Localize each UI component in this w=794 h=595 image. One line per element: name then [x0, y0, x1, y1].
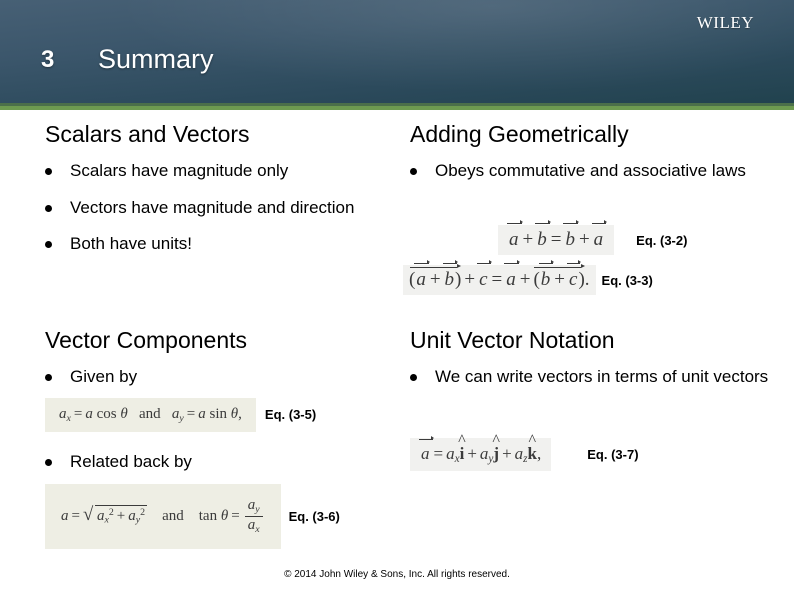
list-item: Given by [45, 366, 395, 388]
bullet-dot-icon [410, 374, 417, 382]
equation-row-3-3: (a + b) + c = a + (b + c). Eq. (3-3) [403, 260, 788, 295]
bullet-text: Vectors have magnitude and direction [70, 197, 355, 217]
section-title-components: Vector Components [45, 327, 248, 353]
equation-row-3-7: a=axi+ayj+azk, Eq. (3-7) [410, 436, 790, 472]
section-title-scalars: Scalars and Vectors [45, 121, 250, 147]
bullet-text: Related back by [70, 451, 192, 471]
slide-number: 3 [41, 46, 55, 73]
slide-header: Wiley 3 Summary [0, 0, 794, 103]
equation-image-3-3: (a + b) + c = a + (b + c). [403, 260, 596, 295]
equation-image-3-2: a + b = b + a [498, 220, 615, 255]
list-item: Related back by [45, 451, 395, 473]
equation-image-3-6: a = √ ax2 + ay2 and tan θ = ay ax [45, 484, 281, 550]
bullet-text: Scalars have magnitude only [70, 161, 289, 181]
bullet-dot-icon [45, 204, 52, 212]
section-adding-geometrically: Adding Geometrically Obeys commutative a… [410, 121, 780, 197]
equation-image-3-7: a=axi+ayj+azk, [410, 436, 552, 472]
list-item: Scalars have magnitude only [45, 160, 395, 182]
list-item: We can write vectors in terms of unit ve… [410, 366, 780, 388]
page-title: Summary [98, 44, 214, 74]
bullet-text: Given by [70, 367, 138, 387]
copyright-footer: © 2014 John Wiley & Sons, Inc. All right… [284, 569, 510, 580]
equation-row-3-5: ax = a cos θ and ay = a sin θ, Eq. (3-5) [45, 398, 445, 432]
section-unit-vector-notation: Unit Vector Notation We can write vector… [410, 327, 780, 403]
bullet-dot-icon [45, 458, 52, 466]
wiley-logo: Wiley [696, 8, 754, 34]
equation-label-3-2: Eq. (3-2) [636, 232, 688, 248]
bullet-dot-icon [45, 168, 52, 176]
equation-row-3-6: a = √ ax2 + ay2 and tan θ = ay ax Eq. (3-6) [45, 484, 455, 550]
equation-label-3-3: Eq. (3-3) [601, 272, 653, 288]
section-title-unitvector: Unit Vector Notation [410, 327, 615, 353]
equation-label-3-6: Eq. (3-6) [288, 509, 340, 525]
section-scalars-and-vectors: Scalars and Vectors Scalars have magnitu… [45, 121, 395, 270]
slide-content: Scalars and Vectors Scalars have magnitu… [0, 110, 794, 595]
bullet-text: Obeys commutative and associative laws [435, 161, 746, 181]
list-item: Vectors have magnitude and direction [45, 197, 395, 219]
section-title-adding: Adding Geometrically [410, 121, 629, 147]
bullet-dot-icon [45, 374, 52, 382]
list-item: Obeys commutative and associative laws [410, 160, 780, 182]
equation-label-3-7: Eq. (3-7) [587, 447, 639, 463]
equation-row-3-2: a + b = b + a Eq. (3-2) [410, 220, 790, 255]
bullet-dot-icon [45, 241, 52, 249]
list-item: Both have units! [45, 233, 395, 255]
equation-label-3-5: Eq. (3-5) [264, 407, 317, 423]
bullet-text: We can write vectors in terms of unit ve… [435, 367, 769, 387]
equation-image-3-5: ax = a cos θ and ay = a sin θ, [45, 398, 256, 432]
bullet-text: Both have units! [70, 234, 192, 254]
bullet-dot-icon [410, 168, 417, 176]
